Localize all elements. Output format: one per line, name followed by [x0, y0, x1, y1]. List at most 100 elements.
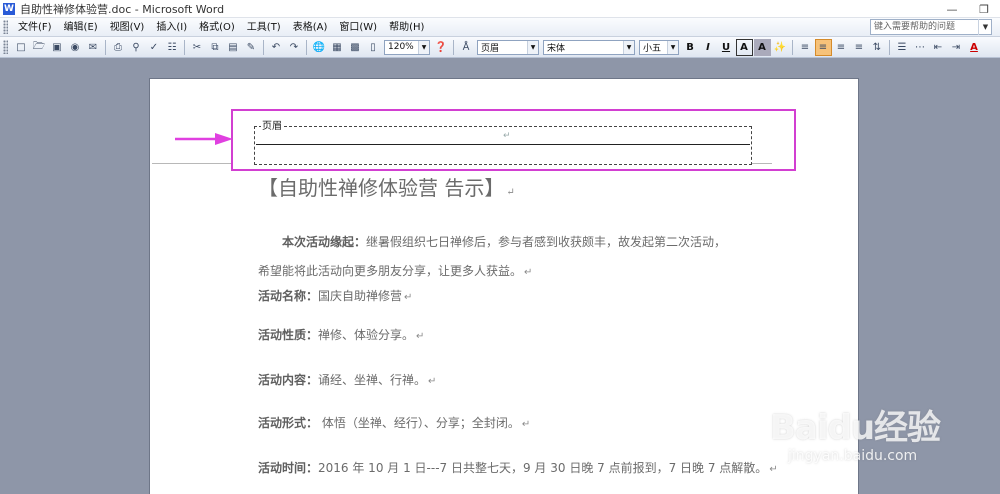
item-value: 诵经、坐禅、行禅。 — [318, 373, 427, 387]
align-center-icon[interactable]: ≡ — [814, 38, 832, 56]
font-size-value: 小五 — [643, 43, 662, 54]
item-label: 活动性质： — [258, 328, 319, 342]
word-app-icon[interactable]: W — [3, 2, 15, 15]
character-border-button[interactable]: A — [735, 38, 753, 56]
italic-button[interactable]: I — [700, 39, 717, 56]
paragraph-mark: ↵ — [524, 267, 533, 278]
title-bar: W 自助性禅修体验营.doc - Microsoft Word — ❐ — [0, 0, 1000, 18]
align-right-icon[interactable]: ≡ — [833, 39, 850, 56]
item-activity-form: 活动形式： 体悟（坐禅、经行）、分享；全封闭。 ↵ — [258, 414, 530, 431]
align-left-icon[interactable]: ≡ — [797, 39, 814, 56]
permission-icon[interactable]: ◉ — [67, 39, 84, 56]
menu-file[interactable]: 文件(F) — [12, 18, 58, 37]
line-spacing-icon[interactable]: ⇅ — [869, 39, 886, 56]
paragraph-mark: ↵ — [428, 376, 437, 387]
document-title-text: 【自助性禅修体验营 告示】 — [258, 176, 505, 200]
item-label: 活动内容： — [258, 373, 319, 387]
menu-edit[interactable]: 编辑(E) — [58, 18, 104, 37]
menu-insert[interactable]: 插入(I) — [150, 18, 193, 37]
format-painter-icon[interactable]: ✎ — [243, 39, 260, 56]
bold-button[interactable]: B — [682, 39, 699, 56]
item-value: 体悟（坐禅、经行）、分享；全封闭。 — [318, 416, 520, 430]
style-select[interactable]: 页眉 ▼ — [477, 39, 539, 55]
font-size-select[interactable]: 小五 ▼ — [639, 39, 679, 55]
character-scale-icon[interactable]: ✨ — [772, 39, 789, 56]
menu-table[interactable]: 表格(A) — [287, 18, 334, 37]
pointer-arrow-icon — [175, 133, 233, 145]
zoom-select[interactable]: 120% ▼ — [384, 39, 430, 55]
chevron-down-icon[interactable]: ▼ — [527, 40, 538, 54]
menu-help[interactable]: 帮助(H) — [383, 18, 430, 37]
header-highlight-box — [231, 109, 796, 171]
help-dropdown-icon[interactable]: ▼ — [978, 19, 992, 35]
insert-table-icon[interactable]: ▩ — [347, 39, 364, 56]
item-value: 国庆自助禅修营 — [318, 289, 403, 303]
chevron-down-icon[interactable]: ▼ — [623, 40, 634, 54]
spelling-icon[interactable]: ✓ — [146, 39, 163, 56]
research-icon[interactable]: ☷ — [164, 39, 181, 56]
decrease-indent-icon[interactable]: ⇤ — [930, 39, 947, 56]
style-value: 页眉 — [481, 43, 500, 54]
baidu-watermark: Baidu经验 jingyan.baidu.com — [770, 400, 990, 475]
redo-icon[interactable]: ↷ — [286, 39, 303, 56]
chevron-down-icon[interactable]: ▼ — [418, 40, 429, 54]
underline-button[interactable]: U — [718, 39, 735, 56]
menu-view[interactable]: 视图(V) — [104, 18, 151, 37]
restore-button[interactable]: ❐ — [968, 0, 1000, 18]
cut-icon[interactable]: ✂ — [189, 39, 206, 56]
open-folder-icon[interactable]: 🗁 — [31, 39, 48, 56]
character-shading-button[interactable]: A — [753, 38, 771, 56]
menu-grip-icon[interactable] — [3, 20, 8, 34]
minimize-button[interactable]: — — [936, 0, 968, 18]
print-icon[interactable]: ⎙ — [110, 39, 127, 56]
menu-window[interactable]: 窗口(W) — [333, 18, 383, 37]
help-search-input[interactable]: 键入需要帮助的问题 — [870, 19, 992, 35]
intro-label: 本次活动缘起： — [282, 235, 367, 249]
intro-text-2: 希望能将此活动向更多朋友分享，让更多人获益。 — [258, 264, 523, 278]
margin-guide-left — [152, 163, 232, 164]
paragraph-mark: ↵ — [506, 187, 515, 198]
paragraph-mark: ↵ — [416, 331, 425, 342]
menu-bar: 文件(F) 编辑(E) 视图(V) 插入(I) 格式(O) 工具(T) 表格(A… — [0, 18, 1000, 37]
print-preview-icon[interactable]: ⚲ — [128, 39, 145, 56]
menu-format[interactable]: 格式(O) — [193, 18, 241, 37]
font-value: 宋体 — [547, 43, 566, 54]
drawing-icon[interactable]: ▯ — [365, 39, 382, 56]
justify-icon[interactable]: ≡ — [851, 39, 868, 56]
help-search-placeholder: 键入需要帮助的问题 — [874, 22, 956, 32]
email-icon[interactable]: ✉ — [85, 39, 102, 56]
styles-pane-icon[interactable]: Å — [458, 39, 475, 56]
item-activity-name: 活动名称：国庆自助禅修营 ↵ — [258, 287, 412, 304]
toolbar: □ 🗁 ▣ ◉ ✉ ⎙ ⚲ ✓ ☷ ✂ ⧉ ▤ ✎ ↶ ↷ 🌐 ▦ ▩ ▯ 12… — [0, 37, 1000, 58]
item-activity-time: 活动时间：2016 年 10 月 1 日---7 日共整七天，9 月 30 日晚… — [258, 459, 778, 476]
tables-borders-icon[interactable]: ▦ — [329, 39, 346, 56]
intro-line-1: 本次活动缘起：继暑假组织七日禅修后，参与者感到收获颇丰，故发起第二次活动， — [282, 233, 726, 250]
item-value: 禅修、体验分享。 — [318, 328, 415, 342]
chevron-down-icon[interactable]: ▼ — [667, 40, 678, 54]
save-icon[interactable]: ▣ — [49, 39, 66, 56]
help-icon[interactable]: ❓ — [433, 39, 450, 56]
window-title: 自助性禅修体验营.doc - Microsoft Word — [20, 2, 225, 16]
watermark-brand: Baidu经验 — [770, 408, 941, 448]
numbering-icon[interactable]: ☰ — [894, 39, 911, 56]
intro-text-1: 继暑假组织七日禅修后，参与者感到收获颇丰，故发起第二次活动， — [366, 235, 727, 249]
item-label: 活动名称： — [258, 289, 319, 303]
hyperlink-icon[interactable]: 🌐 — [311, 39, 328, 56]
increase-indent-icon[interactable]: ⇥ — [948, 39, 965, 56]
font-color-button[interactable]: A — [966, 39, 983, 56]
paragraph-mark: ↵ — [521, 419, 531, 430]
undo-icon[interactable]: ↶ — [268, 39, 285, 56]
item-label: 活动形式： — [258, 416, 319, 430]
menu-tools[interactable]: 工具(T) — [241, 18, 287, 37]
new-document-icon[interactable]: □ — [13, 39, 30, 56]
copy-icon[interactable]: ⧉ — [207, 39, 224, 56]
item-activity-nature: 活动性质：禅修、体验分享。 ↵ — [258, 326, 424, 343]
item-value: 2016 年 10 月 1 日---7 日共整七天，9 月 30 日晚 7 点前… — [318, 461, 768, 475]
paste-icon[interactable]: ▤ — [225, 39, 242, 56]
zoom-value: 120% — [388, 42, 414, 52]
toolbar-grip-icon[interactable] — [3, 40, 8, 54]
item-label: 活动时间： — [258, 461, 319, 475]
font-select[interactable]: 宋体 ▼ — [543, 39, 635, 55]
intro-line-2: 希望能将此活动向更多朋友分享，让更多人获益。 ↵ — [258, 262, 532, 279]
bullets-icon[interactable]: ⋯ — [912, 39, 929, 56]
